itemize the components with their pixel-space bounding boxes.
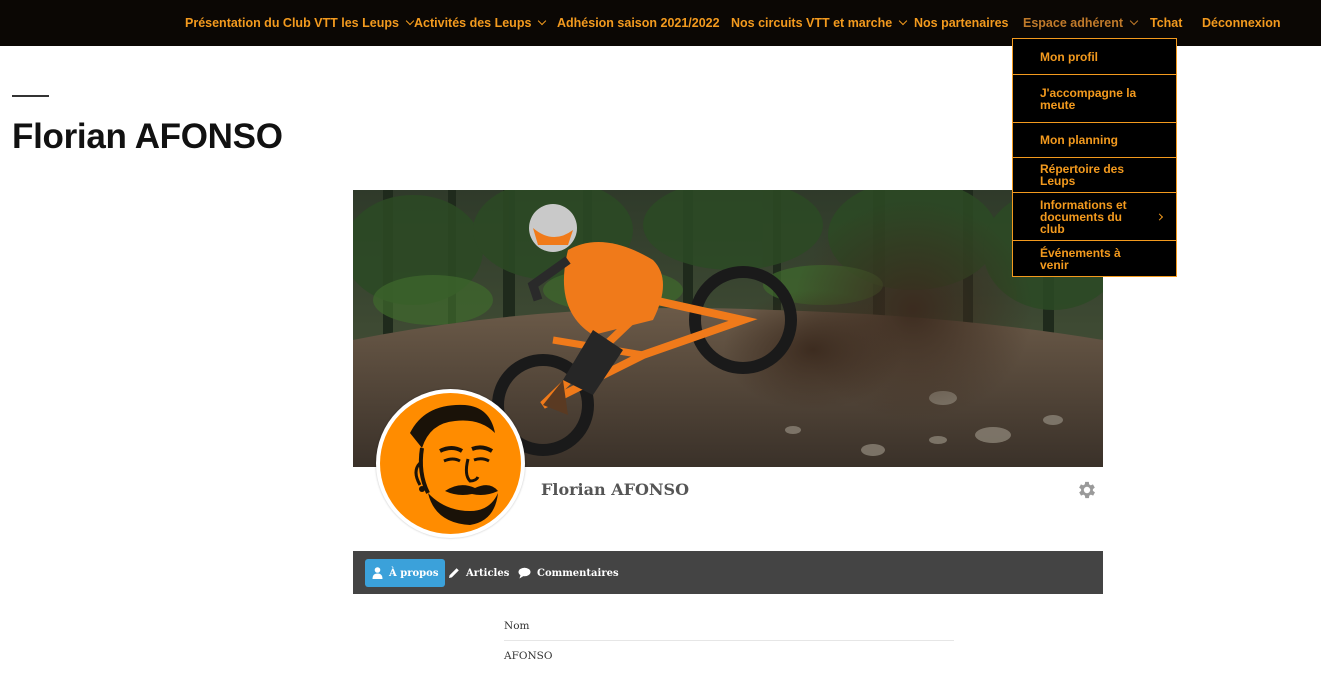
chevron-down-icon xyxy=(405,16,415,26)
nav-item-partenaires[interactable]: Nos partenaires xyxy=(914,0,1008,46)
dropdown-item-evenements[interactable]: Événements à venir xyxy=(1013,241,1176,276)
nav-item-activites[interactable]: Activités des Leups xyxy=(414,0,547,46)
nav-item-label: Déconnexion xyxy=(1202,16,1281,30)
dropdown-item-mon-planning[interactable]: Mon planning xyxy=(1013,123,1176,158)
avatar[interactable] xyxy=(376,389,525,538)
nav-item-label: Tchat xyxy=(1150,16,1183,30)
field-value-nom: AFONSO xyxy=(504,650,553,662)
dropdown-item-informations-documents[interactable]: Informations et documents du club xyxy=(1013,193,1176,241)
nav-item-deconnexion[interactable]: Déconnexion xyxy=(1202,0,1281,46)
bearded-man-avatar-icon xyxy=(380,393,521,534)
chevron-down-icon xyxy=(538,16,547,26)
tab-label: À propos xyxy=(389,567,439,579)
chevron-right-icon xyxy=(1155,212,1164,221)
nav-item-presentation[interactable]: Présentation du Club VTT les Leups xyxy=(185,0,415,46)
dropdown-item-label: Mon planning xyxy=(1040,133,1118,147)
dropdown-item-label: Informations et documents du club xyxy=(1040,197,1127,236)
field-divider xyxy=(504,640,954,641)
nav-item-label: Espace adhérent xyxy=(1023,16,1124,30)
nav-item-label: Adhésion saison 2021/2022 xyxy=(557,16,720,30)
dropdown-item-accompagne-meute[interactable]: J'accompagne la meute xyxy=(1013,75,1176,123)
dropdown-item-label: Répertoire des Leups xyxy=(1040,162,1125,188)
espace-adherent-dropdown: Mon profil J'accompagne la meute Mon pla… xyxy=(1012,38,1177,277)
dropdown-item-label: Événements à venir xyxy=(1040,245,1121,272)
tab-a-propos[interactable]: À propos xyxy=(365,559,446,587)
page-title: Florian AFONSO xyxy=(12,117,283,156)
profile-name: Florian AFONSO xyxy=(541,480,690,499)
nav-item-label: Activités des Leups xyxy=(414,16,532,30)
nav-item-label: Nos partenaires xyxy=(914,16,1009,30)
field-label-nom: Nom xyxy=(504,620,530,632)
dropdown-item-label: Mon profil xyxy=(1040,49,1098,64)
user-icon xyxy=(372,567,383,579)
dropdown-item-mon-profil[interactable]: Mon profil xyxy=(1013,39,1176,75)
chevron-down-icon xyxy=(898,16,908,26)
nav-item-label: Nos circuits VTT et marche xyxy=(731,16,893,30)
nav-item-adhesion[interactable]: Adhésion saison 2021/2022 xyxy=(557,0,720,46)
profile-tab-bar: À propos Articles Commentaires xyxy=(353,551,1103,594)
tab-articles[interactable]: Articles xyxy=(448,559,509,587)
pencil-icon xyxy=(449,568,459,578)
tab-label: Commentaires xyxy=(537,567,619,579)
title-divider xyxy=(12,95,49,97)
comment-icon xyxy=(518,567,531,579)
chevron-down-icon xyxy=(1129,16,1139,26)
tab-label: Articles xyxy=(466,567,510,579)
nav-item-label: Présentation du Club VTT les Leups xyxy=(185,16,399,30)
tab-commentaires[interactable]: Commentaires xyxy=(518,559,619,587)
dropdown-item-label: J'accompagne la meute xyxy=(1040,85,1137,112)
nav-item-circuits[interactable]: Nos circuits VTT et marche xyxy=(731,0,908,46)
gear-icon[interactable] xyxy=(1076,479,1098,501)
dropdown-item-repertoire[interactable]: Répertoire des Leups xyxy=(1013,158,1176,193)
